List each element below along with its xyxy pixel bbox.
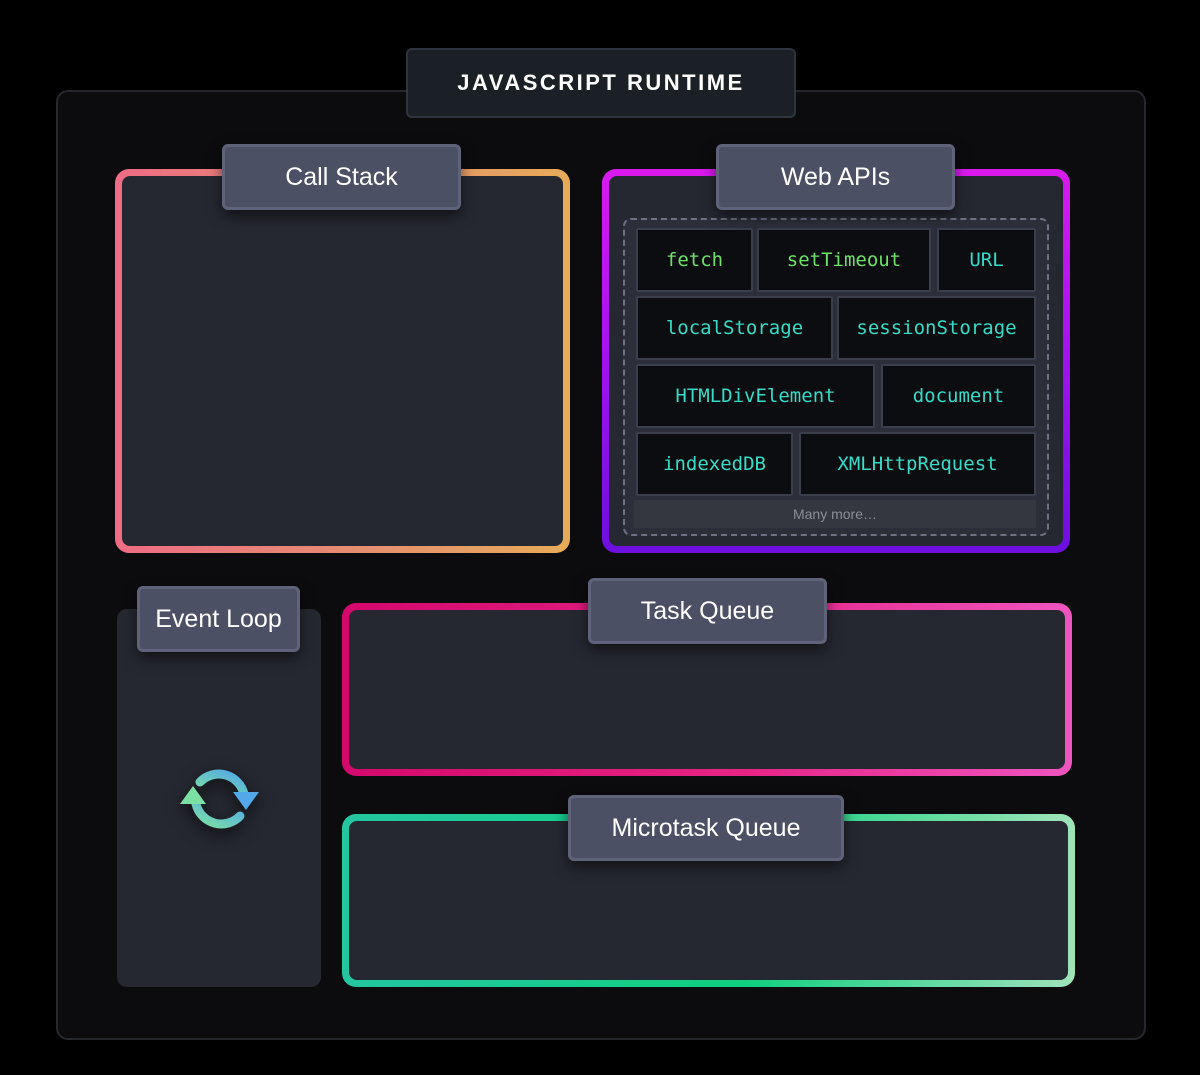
api-chip-localstorage: localStorage (636, 296, 833, 360)
microtask-queue-label: Microtask Queue (568, 795, 844, 861)
api-chip-sessionstorage: sessionStorage (837, 296, 1036, 360)
api-chip-xmlhttprequest: XMLHttpRequest (799, 432, 1036, 496)
call-stack-area (122, 176, 563, 546)
refresh-cycle-icon (180, 769, 259, 829)
task-queue-label: Task Queue (588, 578, 827, 644)
api-chip-url: URL (937, 228, 1036, 292)
call-stack-label: Call Stack (222, 144, 461, 210)
api-chip-document: document (881, 364, 1036, 428)
api-chip-settimeout: setTimeout (757, 228, 931, 292)
api-chip-htmldivelement: HTMLDivElement (636, 364, 875, 428)
runtime-title: JAVASCRIPT RUNTIME (406, 48, 796, 118)
event-loop-label: Event Loop (137, 586, 300, 652)
api-chip-fetch: fetch (636, 228, 753, 292)
api-chip-indexeddb: indexedDB (636, 432, 793, 496)
call-stack-panel (115, 169, 570, 553)
web-apis-label: Web APIs (716, 144, 955, 210)
many-more-note: Many more… (634, 500, 1036, 528)
